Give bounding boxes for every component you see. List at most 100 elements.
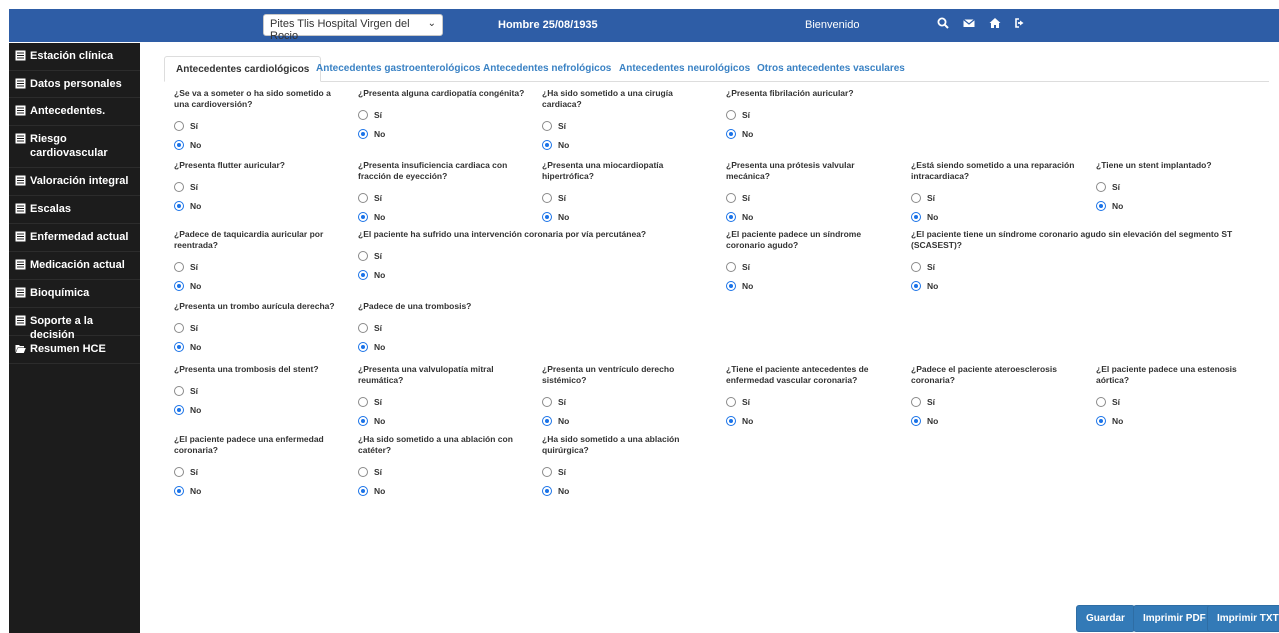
radio-option-no[interactable]: No	[1096, 416, 1123, 426]
radio-no[interactable]	[542, 140, 552, 150]
radio-option-si[interactable]: Sí	[726, 397, 750, 407]
radio-si[interactable]	[174, 323, 184, 333]
tab-antecedentes-cardiologicos[interactable]: Antecedentes cardiológicos	[164, 56, 322, 82]
tab-antecedentes-neurologicos[interactable]: Antecedentes neurológicos	[608, 56, 761, 82]
radio-option-no[interactable]: No	[726, 129, 753, 139]
radio-no[interactable]	[174, 486, 184, 496]
radio-option-no[interactable]: No	[542, 140, 569, 150]
radio-option-no[interactable]: No	[911, 212, 938, 222]
radio-option-si[interactable]: Sí	[174, 182, 198, 192]
radio-no[interactable]	[174, 342, 184, 352]
radio-option-si[interactable]: Sí	[911, 397, 935, 407]
radio-si[interactable]	[358, 110, 368, 120]
envelope-icon[interactable]	[962, 16, 976, 30]
sidebar-item-riesgo-cardiovascular[interactable]: Riesgo cardiovascular	[9, 126, 140, 168]
radio-no[interactable]	[1096, 201, 1106, 211]
radio-option-no[interactable]: No	[358, 416, 385, 426]
sidebar-item-soporte-decision[interactable]: Soporte a la decisión	[9, 308, 140, 341]
radio-no[interactable]	[1096, 416, 1106, 426]
radio-si[interactable]	[358, 193, 368, 203]
radio-si[interactable]	[1096, 397, 1106, 407]
radio-si[interactable]	[726, 193, 736, 203]
radio-si[interactable]	[358, 397, 368, 407]
radio-option-si[interactable]: Sí	[542, 121, 566, 131]
radio-option-si[interactable]: Sí	[174, 386, 198, 396]
radio-si[interactable]	[542, 397, 552, 407]
radio-option-no[interactable]: No	[911, 281, 938, 291]
radio-no[interactable]	[911, 416, 921, 426]
sidebar-item-estacion-clinica[interactable]: Estación clínica	[9, 43, 140, 71]
radio-no[interactable]	[358, 270, 368, 280]
radio-si[interactable]	[174, 182, 184, 192]
radio-option-si[interactable]: Sí	[911, 193, 935, 203]
radio-si[interactable]	[542, 467, 552, 477]
sidebar-item-datos-personales[interactable]: Datos personales	[9, 71, 140, 98]
radio-si[interactable]	[358, 323, 368, 333]
radio-no[interactable]	[542, 212, 552, 222]
radio-option-no[interactable]: No	[911, 416, 938, 426]
radio-option-si[interactable]: Sí	[174, 323, 198, 333]
tab-otros-antecedentes-vasculares[interactable]: Otros antecedentes vasculares	[746, 56, 916, 82]
radio-option-si[interactable]: Sí	[358, 397, 382, 407]
radio-no[interactable]	[174, 281, 184, 291]
radio-si[interactable]	[542, 193, 552, 203]
radio-no[interactable]	[726, 129, 736, 139]
radio-option-si[interactable]: Sí	[174, 121, 198, 131]
radio-option-si[interactable]: Sí	[174, 262, 198, 272]
print-pdf-button[interactable]: Imprimir PDF	[1133, 605, 1216, 632]
radio-option-si[interactable]: Sí	[358, 193, 382, 203]
radio-option-no[interactable]: No	[1096, 201, 1123, 211]
radio-si[interactable]	[174, 386, 184, 396]
radio-si[interactable]	[911, 397, 921, 407]
radio-option-si[interactable]: Sí	[542, 467, 566, 477]
radio-option-no[interactable]: No	[726, 281, 753, 291]
radio-option-si[interactable]: Sí	[726, 193, 750, 203]
radio-option-no[interactable]: No	[358, 342, 385, 352]
radio-no[interactable]	[726, 416, 736, 426]
sidebar-item-escalas[interactable]: Escalas	[9, 196, 140, 224]
radio-si[interactable]	[174, 262, 184, 272]
radio-option-no[interactable]: No	[726, 416, 753, 426]
radio-si[interactable]	[358, 251, 368, 261]
sidebar-item-antecedentes[interactable]: Antecedentes.	[9, 98, 140, 126]
radio-option-si[interactable]: Sí	[542, 397, 566, 407]
radio-option-si[interactable]: Sí	[358, 323, 382, 333]
radio-no[interactable]	[542, 416, 552, 426]
radio-option-si[interactable]: Sí	[726, 110, 750, 120]
radio-si[interactable]	[726, 110, 736, 120]
radio-no[interactable]	[358, 129, 368, 139]
radio-option-no[interactable]: No	[174, 281, 201, 291]
radio-no[interactable]	[174, 140, 184, 150]
radio-si[interactable]	[174, 467, 184, 477]
radio-option-si[interactable]: Sí	[911, 262, 935, 272]
tab-antecedentes-nefrologicos[interactable]: Antecedentes nefrológicos	[472, 56, 622, 82]
search-icon[interactable]	[936, 16, 950, 30]
radio-si[interactable]	[174, 121, 184, 131]
radio-option-no[interactable]: No	[174, 140, 201, 150]
radio-option-si[interactable]: Sí	[358, 110, 382, 120]
radio-no[interactable]	[911, 212, 921, 222]
radio-option-si[interactable]: Sí	[174, 467, 198, 477]
sidebar-item-medicacion-actual[interactable]: Medicación actual	[9, 252, 140, 280]
radio-option-si[interactable]: Sí	[1096, 182, 1120, 192]
radio-no[interactable]	[358, 486, 368, 496]
radio-option-si[interactable]: Sí	[1096, 397, 1120, 407]
radio-option-no[interactable]: No	[174, 201, 201, 211]
radio-no[interactable]	[911, 281, 921, 291]
radio-option-no[interactable]: No	[174, 342, 201, 352]
radio-option-no[interactable]: No	[358, 212, 385, 222]
save-button[interactable]: Guardar	[1076, 605, 1135, 632]
hospital-select[interactable]: Pites Tlis Hospital Virgen del Rocio ⌄	[263, 14, 443, 42]
radio-si[interactable]	[911, 193, 921, 203]
radio-option-no[interactable]: No	[542, 486, 569, 496]
radio-si[interactable]	[911, 262, 921, 272]
radio-si[interactable]	[726, 262, 736, 272]
radio-option-no[interactable]: No	[726, 212, 753, 222]
radio-option-no[interactable]: No	[358, 270, 385, 280]
radio-option-si[interactable]: Sí	[358, 251, 382, 261]
radio-option-no[interactable]: No	[174, 405, 201, 415]
sidebar-item-valoracion-integral[interactable]: Valoración integral	[9, 168, 140, 196]
sidebar-item-enfermedad-actual[interactable]: Enfermedad actual	[9, 224, 140, 252]
radio-option-si[interactable]: Sí	[726, 262, 750, 272]
sidebar-item-bioquimica[interactable]: Bioquímica	[9, 280, 140, 308]
